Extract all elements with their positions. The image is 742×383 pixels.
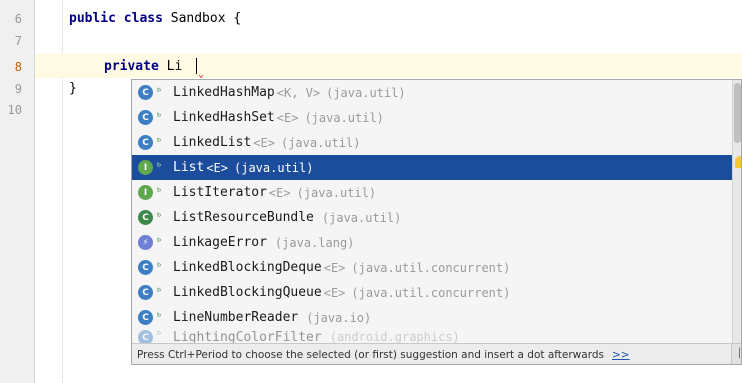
- class-icon: C: [138, 110, 153, 125]
- item-name: List: [173, 160, 205, 175]
- completion-item-selected[interactable]: I ᵇ List <E> (java.util): [132, 155, 732, 180]
- public-visibility-icon: ᵇ: [157, 312, 162, 323]
- text-caret: [196, 58, 197, 74]
- item-package: (java.util): [326, 85, 406, 100]
- item-name: LinkedList: [173, 135, 252, 150]
- completion-list[interactable]: C ᵇ LinkedHashMap <K, V> (java.util) C ᵇ…: [132, 80, 732, 344]
- error-class-icon: ⚡: [138, 235, 153, 250]
- public-visibility-icon: ᵇ: [157, 162, 162, 173]
- scroll-arrow-icon[interactable]: ▕: [731, 344, 741, 364]
- class-icon: C: [138, 285, 153, 300]
- item-name: LinkedBlockingDeque: [173, 260, 322, 275]
- public-visibility-icon: ᵇ: [157, 262, 162, 273]
- item-name: ListResourceBundle: [173, 210, 314, 225]
- code-line-8[interactable]: private Li: [104, 58, 182, 76]
- code-text: }: [69, 81, 77, 96]
- public-visibility-icon: ᵇ: [157, 287, 162, 298]
- abstract-class-icon: C: [138, 210, 153, 225]
- line-number: 10: [7, 103, 22, 117]
- item-package: (java.util): [296, 185, 377, 200]
- class-icon: C: [138, 135, 153, 150]
- class-icon: C: [138, 330, 153, 344]
- completion-item[interactable]: C ᵇ LinkedHashMap <K, V> (java.util): [132, 80, 732, 105]
- item-type-params: <K, V>: [276, 85, 321, 100]
- completion-item[interactable]: C ᵇ LineNumberReader (java.io): [132, 305, 732, 330]
- completion-item-partial[interactable]: C ᵇ LightingColorFilter (android.graphic…: [132, 330, 732, 344]
- public-visibility-icon: ᵇ: [157, 330, 162, 341]
- scrollbar-thumb[interactable]: [734, 83, 741, 143]
- keyword: private: [104, 59, 159, 74]
- item-package: (java.util.concurrent): [351, 285, 511, 300]
- line-number: 9: [14, 82, 22, 96]
- completion-scrollbar[interactable]: [732, 80, 741, 343]
- item-name: LinkageError: [173, 235, 267, 250]
- public-visibility-icon: ᵇ: [157, 137, 162, 148]
- item-type-params: <E>: [253, 135, 275, 150]
- item-package: (java.util): [321, 210, 402, 225]
- item-package: (java.io): [306, 310, 372, 325]
- completion-item[interactable]: C ᵇ LinkedBlockingQueue <E> (java.util.c…: [132, 280, 732, 305]
- item-package: (android.graphics): [329, 330, 460, 344]
- public-visibility-icon: ᵇ: [157, 237, 162, 248]
- class-icon: C: [138, 310, 153, 325]
- code-line-9[interactable]: }: [69, 80, 77, 98]
- hint-text: Press Ctrl+Period to choose the selected…: [137, 348, 604, 361]
- item-name: LightingColorFilter: [173, 330, 322, 344]
- completion-popup[interactable]: C ᵇ LinkedHashMap <K, V> (java.util) C ᵇ…: [131, 79, 742, 365]
- completion-hint-bar: Press Ctrl+Period to choose the selected…: [132, 343, 741, 364]
- item-package: (java.util.concurrent): [351, 260, 511, 275]
- completion-item[interactable]: C ᵇ LinkedList <E> (java.util): [132, 130, 732, 155]
- item-name: LinkedBlockingQueue: [173, 285, 322, 300]
- item-package: (java.lang): [274, 235, 355, 250]
- line-number: 7: [14, 34, 22, 48]
- line-number: 6: [14, 12, 22, 26]
- completion-item[interactable]: ⚡ ᵇ LinkageError (java.lang): [132, 230, 732, 255]
- item-name: LinkedHashMap: [173, 85, 275, 100]
- more-link[interactable]: >>: [612, 349, 630, 361]
- item-name: ListIterator: [173, 185, 267, 200]
- public-visibility-icon: ᵇ: [157, 212, 162, 223]
- item-package: (java.util): [304, 110, 384, 125]
- item-package: (java.util): [234, 160, 314, 175]
- completion-item[interactable]: C ᵇ LinkedBlockingDeque <E> (java.util.c…: [132, 255, 732, 280]
- completion-item[interactable]: C ᵇ LinkedHashSet <E> (java.util): [132, 105, 732, 130]
- public-visibility-icon: ᵇ: [157, 87, 162, 98]
- public-visibility-icon: ᵇ: [157, 187, 162, 198]
- public-visibility-icon: ᵇ: [157, 112, 162, 123]
- completion-item[interactable]: C ᵇ ListResourceBundle (java.util): [132, 205, 732, 230]
- item-type-params: <E>: [323, 285, 346, 300]
- item-name: LinkedHashSet: [173, 110, 275, 125]
- item-type-params: <E>: [323, 260, 346, 275]
- item-type-params: <E>: [206, 160, 228, 175]
- code-text: Li: [158, 59, 183, 74]
- lightbulb-icon[interactable]: [735, 156, 741, 168]
- code-line-6[interactable]: public class Sandbox {: [69, 10, 241, 28]
- completion-item[interactable]: I ᵇ ListIterator <E> (java.util): [132, 180, 732, 205]
- code-text: Sandbox {: [162, 11, 242, 26]
- item-package: (java.util): [280, 135, 361, 150]
- line-number: 8: [14, 60, 22, 74]
- item-type-params: <E>: [268, 185, 291, 200]
- keyword: public class: [69, 11, 163, 26]
- item-type-params: <E>: [276, 110, 299, 125]
- class-icon: C: [138, 260, 153, 275]
- item-name: LineNumberReader: [173, 310, 299, 325]
- interface-icon: I: [138, 185, 153, 200]
- class-icon: C: [138, 85, 153, 100]
- interface-icon: I: [138, 160, 153, 175]
